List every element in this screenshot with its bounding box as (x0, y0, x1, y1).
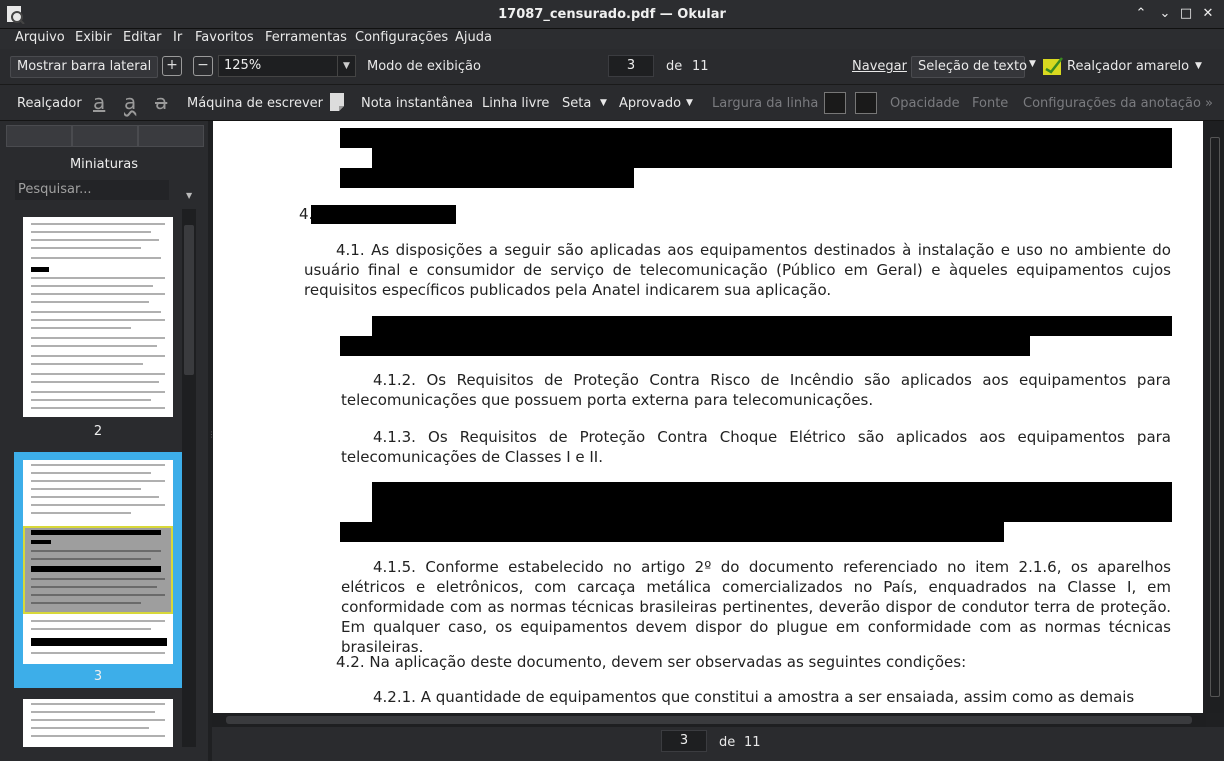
highlighter-icon[interactable] (1042, 55, 1064, 77)
zoom-select[interactable]: 125% ▼ (218, 55, 356, 77)
page-total-label: 11 (692, 59, 709, 74)
menu-configuracoes[interactable]: Configurações (355, 30, 448, 45)
font-button: Fonte (972, 96, 1009, 111)
redaction-box (372, 482, 1172, 522)
thumbnail-number-3: 3 (93, 669, 103, 684)
sidebar-tab-2[interactable] (72, 125, 138, 147)
window-title: 17087_censurado.pdf — Okular (498, 7, 726, 22)
redaction-box (340, 336, 1030, 356)
close-icon[interactable]: ✕ (1200, 6, 1216, 22)
stamp-button[interactable]: Aprovado (619, 96, 681, 111)
sidebar: Miniaturas Pesquisar... ▼ 2 3 (0, 121, 208, 761)
redaction-box (372, 316, 1172, 336)
stamp-dropdown-icon[interactable]: ▼ (686, 98, 693, 108)
opacity-button: Opacidade (890, 96, 960, 111)
maximize-icon[interactable]: □ (1178, 6, 1194, 22)
document-horizontal-scrollbar[interactable] (212, 713, 1206, 727)
arrow-dropdown-icon[interactable]: ▼ (600, 98, 607, 108)
redaction-box (311, 205, 456, 224)
thumbnail-page-3[interactable] (23, 460, 173, 664)
thumbnail-page-2[interactable] (23, 217, 173, 417)
thumbnail-list[interactable]: 2 3 (14, 209, 182, 747)
keep-above-icon[interactable]: ⌃ (1133, 6, 1149, 22)
menu-ferramentas[interactable]: Ferramentas (265, 30, 347, 45)
document-vertical-scrollbar[interactable] (1206, 121, 1224, 713)
sidebar-scrollbar-handle[interactable] (184, 225, 194, 375)
pdf-page: 4. 4.1. As disposições a seguir são apli… (213, 121, 1203, 713)
page-number-input[interactable]: 3 (608, 55, 654, 77)
paragraph-4-1-5: 4.1.5. Conforme estabelecido no artigo 2… (341, 558, 1171, 656)
annotation-settings-button: Configurações da anotação (1023, 96, 1201, 111)
redaction-box (340, 522, 1004, 542)
highlighter-dropdown-icon[interactable]: ▼ (1195, 61, 1202, 71)
zoom-value: 125% (224, 58, 262, 73)
squiggle-tool-icon[interactable]: a (124, 90, 136, 114)
paragraph-4-2: 4.2. Na aplicação deste documento, devem… (336, 653, 967, 671)
text-selection-button[interactable]: Seleção de texto (911, 56, 1027, 78)
view-mode-button[interactable]: Modo de exibição (367, 59, 481, 74)
overflow-chevron-icon[interactable]: » (1205, 96, 1213, 111)
realcador-label[interactable]: Realçador (17, 96, 82, 111)
document-view[interactable]: 4. 4.1. As disposições a seguir são apli… (212, 121, 1224, 713)
typewriter-button[interactable]: Máquina de escrever (187, 96, 323, 111)
thumbnail-search-input[interactable]: Pesquisar... (14, 179, 170, 201)
redaction-box (340, 128, 372, 148)
hscroll-handle[interactable] (226, 716, 1192, 724)
paragraph-4-2-1: 4.2.1. A quantidade de equipamentos que … (373, 688, 1135, 706)
menu-bar: Arquivo Exibir Editar Ir Favoritos Ferra… (0, 29, 1224, 49)
menu-ir[interactable]: Ir (173, 30, 182, 45)
paragraph-4-1-3: 4.1.3. Os Requisitos de Proteção Contra … (341, 428, 1171, 466)
title-bar: 17087_censurado.pdf — Okular ⌃ ⌄ □ ✕ (0, 0, 1224, 29)
bottom-page-bar: 3 de 11 (212, 727, 1224, 761)
sidebar-tab-1[interactable] (6, 125, 72, 147)
text-selection-dropdown-icon[interactable]: ▼ (1029, 59, 1036, 69)
note-icon[interactable] (329, 92, 345, 112)
redaction-box (340, 168, 634, 188)
freehand-line-button[interactable]: Linha livre (482, 96, 549, 111)
strikeout-tool-icon[interactable]: a (155, 90, 167, 114)
sticky-note-button[interactable]: Nota instantânea (361, 96, 473, 111)
fill-color-swatch (855, 92, 877, 114)
page-of-label: de (666, 59, 683, 74)
sidebar-tab-3[interactable] (138, 125, 204, 147)
line-width-button: Largura da linha (712, 96, 819, 111)
bottom-page-total-label: 11 (744, 735, 761, 750)
minimize-icon[interactable]: ⌄ (1157, 6, 1173, 22)
line-color-swatch (824, 92, 846, 114)
sidebar-title: Miniaturas (69, 157, 139, 172)
document-vscroll-track[interactable] (1210, 137, 1220, 697)
search-options-icon[interactable]: ▼ (186, 191, 192, 200)
navigate-button[interactable]: Navegar (852, 59, 907, 74)
menu-ajuda[interactable]: Ajuda (455, 30, 492, 45)
sidebar-tabs (6, 125, 204, 147)
show-sidebar-button[interactable]: Mostrar barra lateral (10, 56, 159, 78)
underline-tool-icon[interactable]: a (93, 90, 105, 114)
thumbnail-number-2: 2 (93, 424, 103, 439)
sidebar-scrollbar[interactable] (182, 209, 196, 747)
highlighter-label[interactable]: Realçador amarelo (1067, 59, 1189, 74)
zoom-out-icon[interactable]: − (193, 56, 213, 76)
annotation-toolbar: Realçador a a a Máquina de escrever Nota… (0, 85, 1224, 121)
chevron-down-icon[interactable]: ▼ (337, 56, 355, 76)
menu-arquivo[interactable]: Arquivo (15, 30, 65, 45)
bottom-page-of-label: de (719, 735, 736, 750)
thumbnail-page-4[interactable] (23, 699, 173, 747)
paragraph-4-1-2: 4.1.2. Os Requisitos de Proteção Contra … (341, 371, 1171, 409)
menu-favoritos[interactable]: Favoritos (195, 30, 254, 45)
redaction-box (372, 128, 1172, 168)
bottom-page-input[interactable]: 3 (661, 730, 707, 752)
arrow-button[interactable]: Seta (562, 96, 591, 111)
menu-exibir[interactable]: Exibir (75, 30, 112, 45)
menu-editar[interactable]: Editar (123, 30, 162, 45)
zoom-in-icon[interactable]: + (162, 56, 182, 76)
paragraph-4-1: 4.1. As disposições a seguir são aplicad… (304, 241, 1171, 299)
